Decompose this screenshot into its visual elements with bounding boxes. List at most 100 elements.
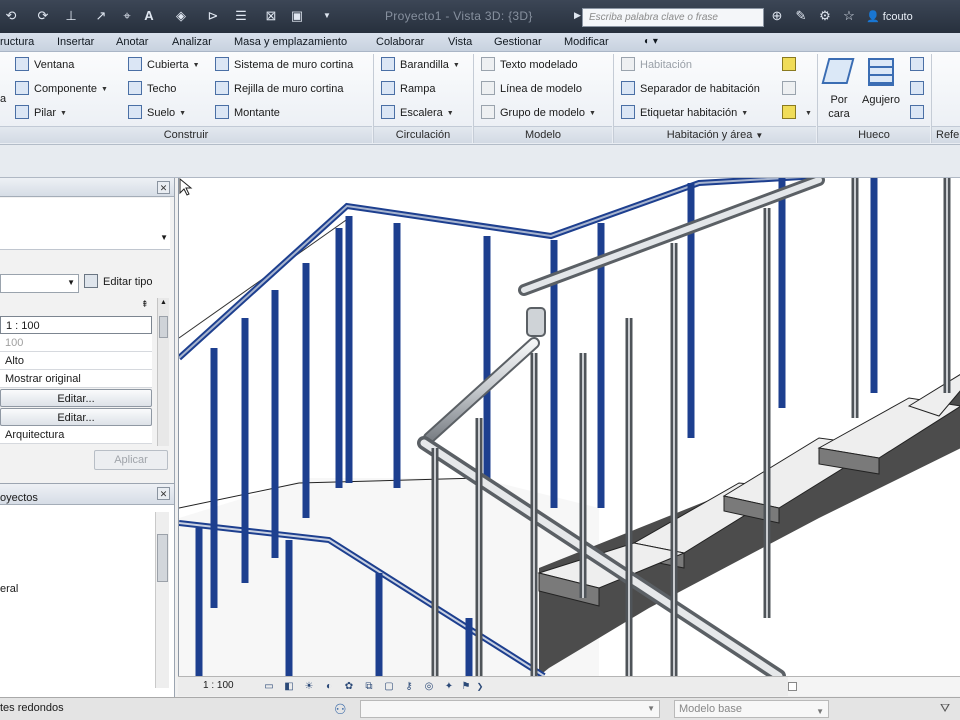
vertical-opening-icon[interactable] xyxy=(910,80,929,98)
worksets-icon[interactable]: ⚇ xyxy=(334,701,347,718)
tag-icon[interactable]: ⌖ xyxy=(118,7,136,25)
rampa-button[interactable]: Rampa xyxy=(381,80,435,98)
measure-icon[interactable]: ⊥ xyxy=(62,7,80,25)
grupo-modelo-button[interactable]: Grupo de modelo ▼ xyxy=(481,104,596,122)
browser-tree-item[interactable]: eral xyxy=(0,583,18,595)
3d-viewport[interactable] xyxy=(178,178,960,676)
search-expand-icon[interactable]: ▶ xyxy=(574,10,581,21)
etiquetar-habitacion-button[interactable]: Etiquetar habitación ▼ xyxy=(621,104,748,122)
tab-insertar[interactable]: Insertar xyxy=(57,35,94,51)
apply-button[interactable]: Aplicar xyxy=(94,450,168,470)
reveal-hidden-icon[interactable]: ✦ xyxy=(443,681,455,693)
view-3d-icon[interactable]: ◈ xyxy=(172,7,190,25)
tab-vista[interactable]: Vista xyxy=(448,35,472,51)
scroll-up-icon[interactable]: ▲ xyxy=(160,299,167,306)
view-scale-field[interactable]: 1 : 100 xyxy=(0,316,152,334)
techo-button[interactable]: Techo xyxy=(128,80,176,98)
barandilla-button[interactable]: Barandilla ▼ xyxy=(381,56,460,74)
redo-icon[interactable]: ⟳ xyxy=(34,7,52,25)
search-input[interactable]: Escriba palabra clave o frase xyxy=(582,8,764,27)
show-crop-icon[interactable]: ▢ xyxy=(383,681,395,693)
visual-style-icon[interactable]: ◧ xyxy=(283,681,295,693)
lock-view-icon[interactable]: ⚷ xyxy=(403,681,415,693)
close-icon[interactable]: ✕ xyxy=(157,487,170,500)
tab-estructura[interactable]: ructura xyxy=(0,35,34,51)
section-collapse-icon[interactable]: ⇞ xyxy=(141,299,149,310)
rejilla-muro-cortina-button[interactable]: Rejilla de muro cortina xyxy=(215,80,343,98)
area-tag-icon[interactable]: ▼ xyxy=(782,104,812,122)
properties-scrollbar[interactable]: ▲ xyxy=(157,298,169,446)
tab-anotar[interactable]: Anotar xyxy=(116,35,148,51)
communication-icon[interactable]: ⚙ xyxy=(816,7,834,25)
thin-lines-icon[interactable]: ☰ xyxy=(232,7,250,25)
parts-visibility-value[interactable]: Mostrar original xyxy=(0,370,152,388)
ribbon-minimize-icon[interactable]: ◐ ▾ xyxy=(644,35,658,51)
visibility-edit-button[interactable]: Editar... xyxy=(0,389,152,407)
type-selector-preview[interactable] xyxy=(0,198,170,250)
componente-button[interactable]: Componente ▼ xyxy=(15,80,108,98)
analytical-model-icon[interactable]: ⚑ xyxy=(460,681,472,693)
area-boundary-icon[interactable] xyxy=(782,80,801,98)
tab-analizar[interactable]: Analizar xyxy=(172,35,212,51)
horizontal-scrollbar[interactable] xyxy=(788,676,960,696)
separador-habitacion-button[interactable]: Separador de habitación xyxy=(621,80,760,98)
dormer-icon[interactable] xyxy=(910,104,929,122)
detail-level-icon[interactable]: ▭ xyxy=(263,681,275,693)
close-icon[interactable]: ✕ xyxy=(157,181,170,194)
customize-qat-icon[interactable]: ▼ xyxy=(318,7,336,25)
shadows-icon[interactable]: ◐ xyxy=(323,681,335,693)
by-face-icon xyxy=(821,58,855,84)
design-option-dropdown[interactable]: Modelo base ▼ xyxy=(674,700,829,718)
wall-opening-icon[interactable] xyxy=(910,56,929,74)
pilar-button[interactable]: Pilar ▼ xyxy=(15,104,67,122)
dimension-icon[interactable]: ↗ xyxy=(92,7,110,25)
filter-icon[interactable]: ⛛ xyxy=(940,701,950,716)
tab-colaborar[interactable]: Colaborar xyxy=(376,35,424,51)
area-icon[interactable] xyxy=(782,56,801,74)
habitacion-button[interactable]: Habitación xyxy=(621,56,692,74)
undo-icon[interactable]: ⟲ xyxy=(2,7,20,25)
section-icon[interactable]: ⊳ xyxy=(204,7,222,25)
scroll-thumb[interactable] xyxy=(157,534,168,582)
por-cara-button[interactable]: Por cara xyxy=(820,56,858,124)
partial-tool-label[interactable]: a xyxy=(0,90,6,108)
view-scale[interactable]: 1 : 100 xyxy=(203,680,234,691)
escalera-button[interactable]: Escalera ▼ xyxy=(381,104,454,122)
subscription-icon[interactable]: ✎ xyxy=(792,7,810,25)
discipline-value[interactable]: Arquitectura xyxy=(0,426,152,444)
edit-type-button[interactable]: Editar tipo xyxy=(84,274,170,293)
properties-filter-dropdown[interactable]: ▼ xyxy=(0,274,79,293)
text-icon[interactable]: A xyxy=(140,7,158,25)
favorites-icon[interactable]: ☆ xyxy=(840,7,858,25)
close-hidden-icon[interactable]: ⊠ xyxy=(262,7,280,25)
tab-modificar[interactable]: Modificar xyxy=(564,35,609,51)
tab-gestionar[interactable]: Gestionar xyxy=(494,35,542,51)
agujero-button[interactable]: Agujero xyxy=(858,56,904,124)
graphic-display-edit-button[interactable]: Editar... xyxy=(0,408,152,426)
binoculars-icon[interactable]: ⊕ xyxy=(768,7,786,25)
tab-masa-emplazamiento[interactable]: Masa y emplazamiento xyxy=(234,35,347,51)
detail-level-value[interactable]: Alto xyxy=(0,352,152,370)
scroll-thumb[interactable] xyxy=(159,316,168,338)
render-icon[interactable]: ✿ xyxy=(343,681,355,693)
browser-scrollbar[interactable] xyxy=(155,512,169,688)
properties-palette: ✕ ▼ ▼ Editar tipo ⇞ 1 : 100 100 Alto Mos… xyxy=(0,178,175,483)
linea-modelo-button[interactable]: Línea de modelo xyxy=(481,80,582,98)
chevron-right-icon[interactable]: ❯ xyxy=(474,681,486,693)
chevron-down-icon[interactable]: ▼ xyxy=(160,233,168,242)
room-icon xyxy=(621,57,635,71)
panel-title-habitacion[interactable]: Habitación y área ▼ xyxy=(614,126,816,143)
cubierta-button[interactable]: Cubierta ▼ xyxy=(128,56,200,74)
temporary-hide-icon[interactable]: ◎ xyxy=(423,681,435,693)
scroll-thumb[interactable] xyxy=(788,682,797,691)
texto-modelado-button[interactable]: Texto modelado xyxy=(481,56,578,74)
crop-view-icon[interactable]: ⧉ xyxy=(363,681,375,693)
user-account[interactable]: 👤 fcouto xyxy=(866,10,913,23)
montante-button[interactable]: Montante xyxy=(215,104,280,122)
sistema-muro-cortina-button[interactable]: Sistema de muro cortina xyxy=(215,56,353,74)
sun-path-icon[interactable]: ☀ xyxy=(303,681,315,693)
switch-windows-icon[interactable]: ▣ xyxy=(288,7,306,25)
workset-dropdown[interactable]: ▼ xyxy=(360,700,660,718)
suelo-button[interactable]: Suelo ▼ xyxy=(128,104,186,122)
ventana-button[interactable]: Ventana xyxy=(15,56,74,74)
